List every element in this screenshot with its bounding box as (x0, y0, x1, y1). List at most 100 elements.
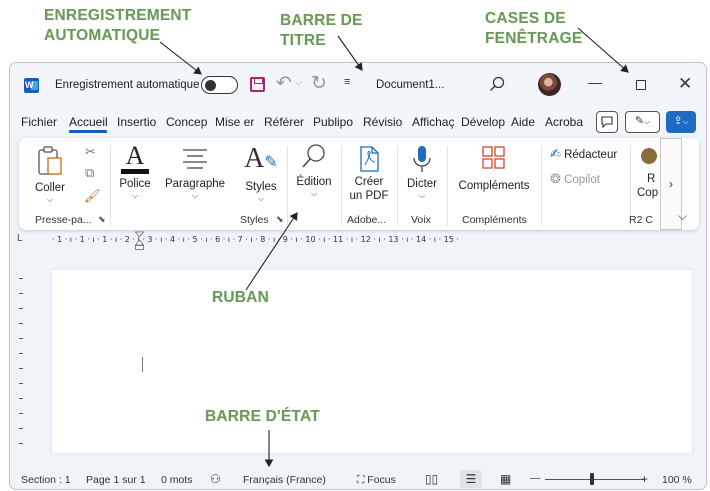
chevron-down-icon: ⌵ (310, 189, 318, 198)
editor-icon: ✍ (550, 146, 561, 161)
indent-marker-icon[interactable] (135, 231, 144, 251)
annotation-autosave: ENREGISTREMENT AUTOMATIQUE (44, 7, 192, 44)
customize-qat-icon[interactable]: ≡ (344, 76, 350, 88)
group-label-r2: R2 C (629, 214, 653, 226)
separator (541, 146, 542, 226)
read-mode-icon[interactable]: ▯▯ (425, 472, 438, 486)
cut-icon[interactable]: ✂ (85, 144, 96, 160)
maximize-icon[interactable] (636, 80, 646, 90)
styles-button[interactable]: A✎ Styles ⌵ (241, 144, 281, 204)
r2-button[interactable]: R Cop (635, 146, 659, 200)
autosave-toggle[interactable] (201, 76, 238, 94)
horizontal-ruler[interactable]: · 1 · ı · 1 · ı · 1 · ı · 2 · ı · 3 · ı … (52, 235, 698, 247)
search-icon[interactable] (488, 75, 506, 93)
status-section[interactable]: Section : 1 (21, 474, 71, 486)
editing-mode-button[interactable]: ✎⌵ (625, 111, 660, 133)
tab-mise-en-page[interactable]: Mise er (215, 115, 259, 129)
group-label-adobe: Adobe... (347, 214, 387, 226)
annotation-statusbar: BARRE D'ÉTAT (205, 408, 320, 425)
status-words[interactable]: 0 mots (161, 474, 193, 486)
status-language[interactable]: Français (France) (243, 474, 326, 486)
tab-aide[interactable]: Aide (511, 115, 539, 129)
tab-acrobat[interactable]: Acroba (545, 115, 588, 129)
avatar[interactable] (538, 73, 561, 96)
annotation-ribbon: RUBAN (212, 289, 269, 306)
zoom-level[interactable]: 100 % (662, 474, 692, 486)
document-title[interactable]: Document1... (376, 79, 444, 91)
focus-icon: ⛶ (357, 474, 365, 486)
tab-stop-selector[interactable]: L (17, 233, 23, 244)
comments-button[interactable] (596, 111, 618, 133)
close-icon[interactable]: ✕ (678, 74, 692, 94)
chevron-down-icon: ⌵ (191, 191, 199, 200)
pdf-icon (360, 146, 379, 172)
chevron-down-icon: ⌵ (46, 195, 54, 204)
editor-button[interactable]: ✍ Rédacteur (550, 146, 617, 162)
clipboard-launcher-icon[interactable]: ⬊ (98, 214, 106, 225)
word-icon[interactable]: W (24, 78, 39, 93)
tab-revision[interactable]: Révisio (363, 115, 407, 129)
ribbon: Coller ⌵ ✂ ⧉ 🖌 Presse-pa... ⬊ A Police ⌵… (19, 138, 699, 230)
create-pdf-button[interactable]: Créer un PDF (346, 146, 392, 203)
separator (110, 146, 111, 226)
paragraph-icon (183, 149, 207, 169)
share-icon: ⇪ (673, 115, 683, 127)
active-tab-indicator (69, 130, 107, 133)
zoom-slider-thumb[interactable] (590, 473, 594, 485)
separator (287, 146, 288, 226)
focus-button[interactable]: ⛶ Focus (357, 474, 396, 487)
chevron-down-icon: ⌵ (682, 117, 689, 126)
styles-launcher-icon[interactable]: ⬊ (276, 214, 284, 225)
tab-insertion[interactable]: Insertio (117, 115, 161, 129)
pencil-icon: ✎ (634, 115, 645, 127)
styles-icon: A✎ (244, 143, 278, 174)
editing-button[interactable]: Édition ⌵ (292, 142, 336, 199)
redo-icon[interactable]: ↻ (311, 72, 327, 95)
ribbon-collapse-icon[interactable]: ⌵ (678, 209, 687, 224)
text-cursor (142, 357, 143, 372)
copilot-icon: ❂ (550, 171, 561, 186)
tab-publipostage[interactable]: Publipo (313, 115, 358, 129)
print-layout-icon[interactable]: ☰ (460, 470, 482, 488)
document-page[interactable] (52, 270, 692, 453)
status-page[interactable]: Page 1 sur 1 (86, 474, 146, 486)
save-icon[interactable] (250, 77, 265, 92)
chevron-down-icon: ⌵ (257, 194, 265, 203)
tab-accueil[interactable]: Accueil (69, 115, 111, 129)
addins-icon (482, 146, 505, 169)
group-label-styles: Styles (240, 214, 269, 226)
undo-dropdown-icon[interactable]: ⌵ (295, 77, 302, 88)
font-color-icon: A (125, 141, 145, 170)
minimize-icon[interactable]: — (588, 74, 602, 94)
web-layout-icon[interactable]: ▦ (500, 472, 511, 486)
font-button[interactable]: A Police ⌵ (115, 141, 155, 201)
tab-developpeur[interactable]: Dévelop (461, 115, 506, 129)
zoom-slider-track[interactable] (545, 479, 645, 480)
statusbar: Section : 1 Page 1 sur 1 0 mots ⚇ França… (10, 467, 706, 489)
accessibility-icon[interactable]: ⚇ (210, 472, 221, 486)
tab-references[interactable]: Référer (264, 115, 308, 129)
paste-button[interactable]: Coller ⌵ (33, 146, 67, 205)
tab-conception[interactable]: Concep (166, 115, 209, 129)
separator (341, 146, 342, 226)
paragraph-button[interactable]: Paragraphe ⌵ (164, 146, 226, 201)
group-label-voice: Voix (411, 214, 431, 226)
separator (397, 146, 398, 226)
copilot-button[interactable]: ❂ Copilot (550, 171, 600, 187)
format-painter-icon[interactable]: 🖌 (84, 188, 101, 204)
undo-icon[interactable]: ↶ (276, 72, 292, 95)
vertical-ruler[interactable] (15, 260, 27, 460)
word-window: W Enregistrement automatique ↶ ⌵ ↻ ≡ Doc… (9, 62, 707, 490)
dictate-button[interactable]: Dicter ⌵ (402, 144, 442, 201)
tab-fichier[interactable]: Fichier (21, 115, 59, 129)
zoom-in-button[interactable]: + (641, 472, 648, 486)
chevron-down-icon: ⌵ (418, 191, 426, 200)
share-button[interactable]: ⇪⌵ (666, 111, 696, 133)
search-icon (302, 144, 325, 168)
annotation-titlebar: BARRE DE TITRE (280, 12, 363, 49)
annotation-window-controls: CASES DE FENÊTRAGE (485, 10, 583, 47)
tab-affichage[interactable]: Affichaç (412, 115, 456, 129)
addins-button[interactable]: Compléments (453, 144, 535, 193)
zoom-out-button[interactable]: — (530, 472, 541, 484)
copy-icon[interactable]: ⧉ (85, 165, 94, 181)
